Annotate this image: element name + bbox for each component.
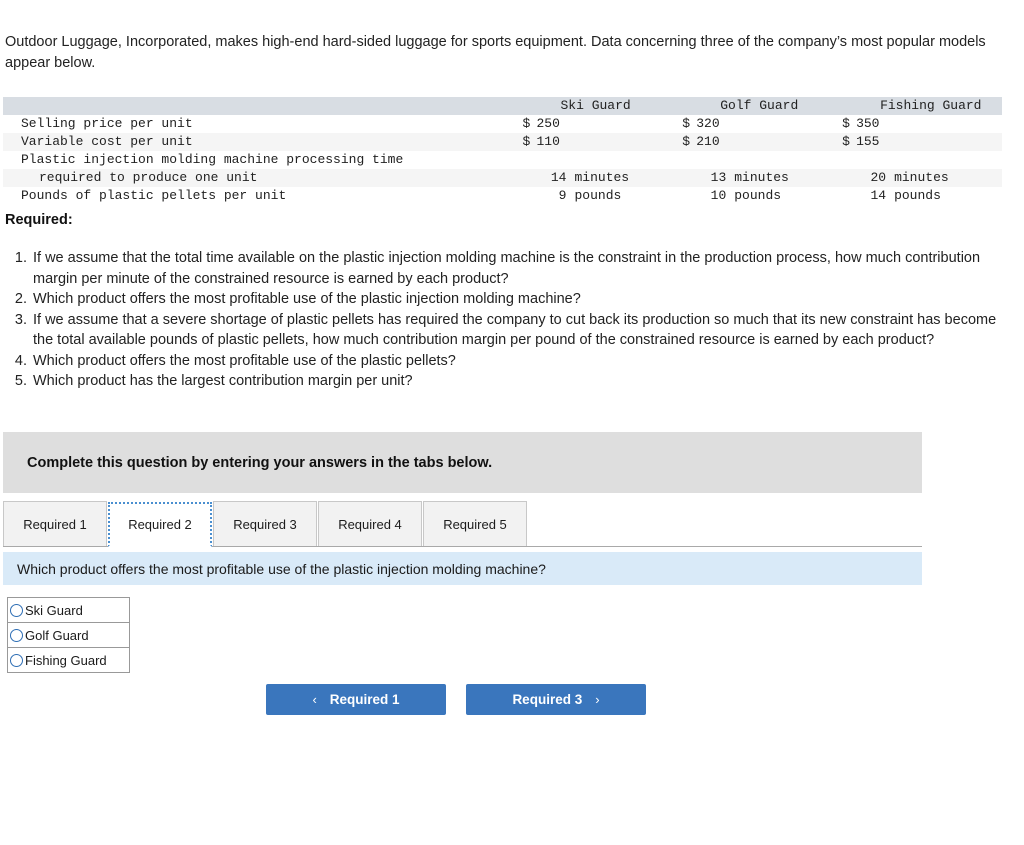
table-row: Selling price per unit $250 $320 $350 [3, 115, 1002, 133]
table-cell: 9 pounds [522, 187, 682, 205]
previous-required-label: Required 1 [329, 692, 400, 707]
cell-value: 155 [856, 134, 880, 149]
table-row-label: Selling price per unit [21, 116, 193, 131]
table-row: required to produce one unit 14 minutes 13 m… [3, 169, 1002, 187]
table-row: Pounds of plastic pellets per unit 9 pound… [3, 187, 1002, 205]
answer-option-3[interactable]: Fishing Guard [8, 648, 129, 673]
answer-options-list: Ski Guard Golf Guard Fishing Guard [7, 597, 130, 673]
tab-required-4[interactable]: Required 4 [318, 501, 422, 546]
required-list-item: Which product offers the most profitable… [31, 351, 1005, 372]
previous-required-button[interactable]: ‹ Required 1 [266, 684, 446, 715]
tab-label: Required 3 [233, 516, 297, 532]
table-row-label: Variable cost per unit [21, 134, 193, 149]
instruction-banner: Complete this question by entering your … [3, 432, 922, 493]
table-row: Variable cost per unit $110 $210 $155 [3, 133, 1002, 151]
answer-option-2[interactable]: Golf Guard [8, 623, 129, 648]
currency-symbol: $ [522, 116, 531, 131]
required-list-item: Which product offers the most profitable… [31, 289, 1005, 310]
table-header: Ski Guard Golf Guard Fishing Guard [3, 97, 1002, 115]
tab-label: Required 1 [23, 516, 87, 532]
cell-unit: minutes [734, 170, 789, 185]
table-cell: $250 [522, 115, 682, 133]
cell-value: 13 [710, 170, 727, 185]
tab-label: Required 4 [338, 516, 402, 532]
cell-value: 210 [696, 134, 720, 149]
tab-strip: Required 1 Required 2 Required 3 Required 4… [3, 501, 922, 547]
table-row-label: Plastic injection molding machine proces… [21, 152, 404, 167]
cell-value: 9 [558, 188, 567, 203]
cell-unit: minutes [574, 170, 630, 185]
table-cell [522, 151, 682, 169]
question-banner: Which product offers the most profitable… [3, 552, 922, 585]
currency-symbol: $ [842, 116, 850, 131]
table-cell: $320 [682, 115, 842, 133]
answer-option-label: Fishing Guard [25, 652, 107, 668]
cell-value: 320 [696, 116, 720, 131]
required-list-item: If we assume that the total time availab… [31, 248, 1005, 289]
table-cell: 13 minutes [682, 169, 842, 187]
cell-value: 14 [550, 170, 567, 185]
cell-value: 20 [870, 170, 887, 185]
table-cell: $155 [842, 133, 1002, 151]
tab-required-1[interactable]: Required 1 [3, 501, 107, 546]
radio-button-icon[interactable] [10, 628, 23, 642]
table-header-ski-guard: Ski Guard [522, 97, 683, 115]
cell-value: 10 [710, 188, 727, 203]
table-header-row: Ski Guard Golf Guard Fishing Guard [3, 97, 1002, 115]
table-cell: $350 [842, 115, 1002, 133]
cell-unit: pounds [734, 188, 782, 203]
answer-option-label: Ski Guard [25, 602, 83, 618]
radio-button-icon[interactable] [10, 603, 23, 617]
table-cell: 14 minutes [522, 169, 682, 187]
table-cell: 20 minutes [842, 169, 1002, 187]
table-cell: 14 pounds [842, 187, 1002, 205]
required-list: If we assume that the total time availab… [5, 248, 1005, 392]
table-body: Selling price per unit $250 $320 $350 Variab… [3, 115, 1002, 205]
table-cell [682, 151, 842, 169]
tab-required-5[interactable]: Required 5 [423, 501, 527, 546]
answer-option-label: Golf Guard [25, 627, 89, 643]
cell-value: 350 [856, 116, 880, 131]
tab-required-3[interactable]: Required 3 [213, 501, 317, 546]
cell-unit: pounds [574, 188, 622, 203]
currency-symbol: $ [842, 134, 850, 149]
cell-unit: minutes [894, 170, 949, 185]
table-row: Plastic injection molding machine proces… [3, 151, 1002, 169]
currency-symbol: $ [682, 134, 691, 149]
required-list-item: Which product has the largest contributi… [31, 371, 1005, 392]
next-required-button[interactable]: Required 3 › [466, 684, 646, 715]
table-row-label: required to produce one unit [39, 170, 258, 185]
tab-required-2[interactable]: Required 2 [108, 502, 212, 547]
table-cell [842, 151, 1002, 169]
question-banner-text: Which product offers the most profitable… [17, 560, 546, 577]
table-header-golf-guard: Golf Guard [682, 97, 843, 115]
intro-paragraph: Outdoor Luggage, Incorporated, makes hig… [5, 34, 986, 71]
table-header-fishing-guard: Fishing Guard [842, 97, 1002, 115]
tab-label: Required 5 [443, 516, 507, 532]
required-heading: Required: [5, 212, 73, 228]
table-cell: 10 pounds [682, 187, 842, 205]
table-header-label-cell [3, 97, 523, 115]
cell-value: 14 [870, 188, 887, 203]
product-data-table: Ski Guard Golf Guard Fishing Guard Selli… [3, 97, 1002, 205]
chevron-right-icon: › [595, 692, 600, 707]
cell-unit: pounds [894, 188, 941, 203]
cell-value: 250 [536, 116, 560, 131]
currency-symbol: $ [682, 116, 691, 131]
table-cell: $110 [522, 133, 682, 151]
required-list-item: If we assume that a severe shortage of p… [31, 310, 1005, 351]
instruction-banner-text: Complete this question by entering your … [27, 454, 493, 471]
table-row-label: Pounds of plastic pellets per unit [21, 188, 287, 203]
radio-button-icon[interactable] [10, 653, 23, 667]
next-required-label: Required 3 [512, 692, 583, 707]
question-page: Outdoor Luggage, Incorporated, makes hig… [0, 0, 1024, 845]
table-cell: $210 [682, 133, 842, 151]
answer-option-1[interactable]: Ski Guard [8, 598, 129, 623]
cell-value: 110 [536, 134, 560, 149]
currency-symbol: $ [522, 134, 531, 149]
tab-label: Required 2 [128, 517, 192, 532]
chevron-left-icon: ‹ [312, 692, 317, 707]
